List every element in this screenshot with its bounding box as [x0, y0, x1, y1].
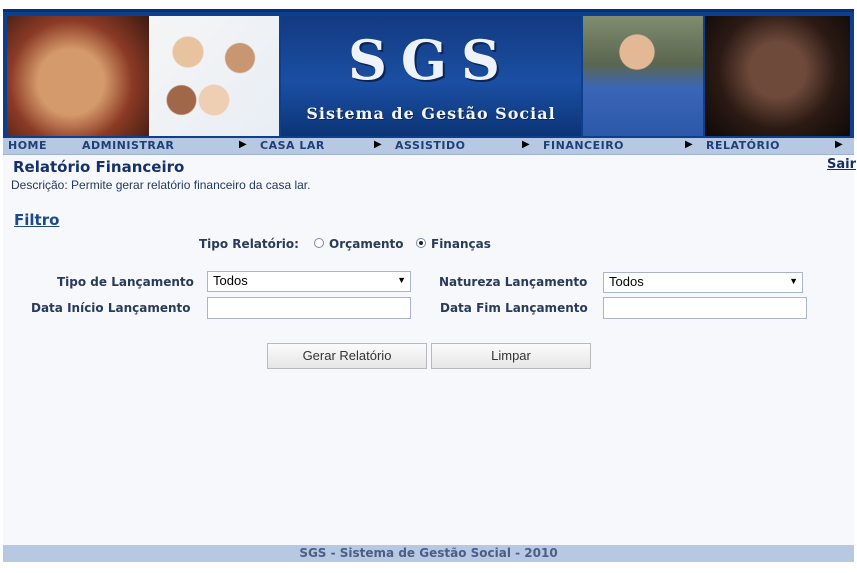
logout-link[interactable]: Sair: [827, 157, 856, 172]
clear-button[interactable]: Limpar: [431, 343, 591, 369]
start-date-input[interactable]: [207, 297, 411, 319]
banner-photo-face: [705, 16, 850, 136]
end-date-input[interactable]: [603, 297, 807, 319]
triangle-right-icon: ▶: [522, 139, 530, 150]
page-title: Relatório Financeiro: [13, 158, 185, 176]
triangle-right-icon: ▶: [374, 139, 382, 150]
report-type-label: Tipo Relatório:: [199, 237, 299, 251]
radio-financas-label[interactable]: Finanças: [431, 237, 491, 251]
radio-orcamento[interactable]: [314, 238, 324, 248]
nature-label: Natureza Lançamento: [439, 275, 588, 289]
logo-panel: SGS Sistema de Gestão Social: [281, 16, 581, 136]
start-date-label: Data Início Lançamento: [31, 301, 191, 315]
triangle-right-icon: ▶: [835, 139, 843, 150]
chevron-down-icon: ▼: [789, 276, 798, 286]
launch-type-label: Tipo de Lançamento: [57, 275, 194, 289]
footer: SGS - Sistema de Gestão Social - 2010: [3, 545, 854, 562]
menu-financeiro[interactable]: FINANCEIRO: [543, 139, 624, 152]
radio-financas[interactable]: [416, 238, 426, 248]
launch-type-select[interactable]: Todos ▼: [207, 271, 411, 292]
nature-select[interactable]: Todos ▼: [603, 272, 803, 293]
main-menu: HOME ADMINISTRAR ▶ CASA LAR ▶ ASSISTIDO …: [3, 138, 854, 155]
logo-subtitle: Sistema de Gestão Social: [306, 104, 556, 123]
end-date-label: Data Fim Lançamento: [440, 301, 588, 315]
banner-photo-boy: [583, 16, 703, 136]
menu-relatorio[interactable]: RELATÓRIO: [706, 139, 780, 152]
sgs-logo: SGS: [347, 28, 515, 92]
radio-orcamento-label[interactable]: Orçamento: [329, 237, 404, 251]
header-banner: SGS Sistema de Gestão Social: [3, 9, 854, 138]
menu-home[interactable]: HOME: [8, 139, 47, 152]
triangle-right-icon: ▶: [685, 139, 693, 150]
banner-photo-children-circle: [149, 16, 279, 136]
page: SGS Sistema de Gestão Social HOME ADMINI…: [3, 9, 856, 562]
page-description: Descrição: Permite gerar relatório finan…: [11, 178, 311, 192]
menu-administrar[interactable]: ADMINISTRAR: [82, 139, 174, 152]
nature-value: Todos: [609, 274, 644, 289]
triangle-right-icon: ▶: [239, 139, 247, 150]
generate-report-button[interactable]: Gerar Relatório: [267, 343, 427, 369]
launch-type-value: Todos: [213, 273, 248, 288]
banner-photo-child: [7, 16, 149, 136]
menu-assistido[interactable]: ASSISTIDO: [395, 139, 465, 152]
filter-heading: Filtro: [14, 211, 60, 229]
chevron-down-icon: ▼: [397, 275, 406, 285]
menu-casa-lar[interactable]: CASA LAR: [260, 139, 325, 152]
